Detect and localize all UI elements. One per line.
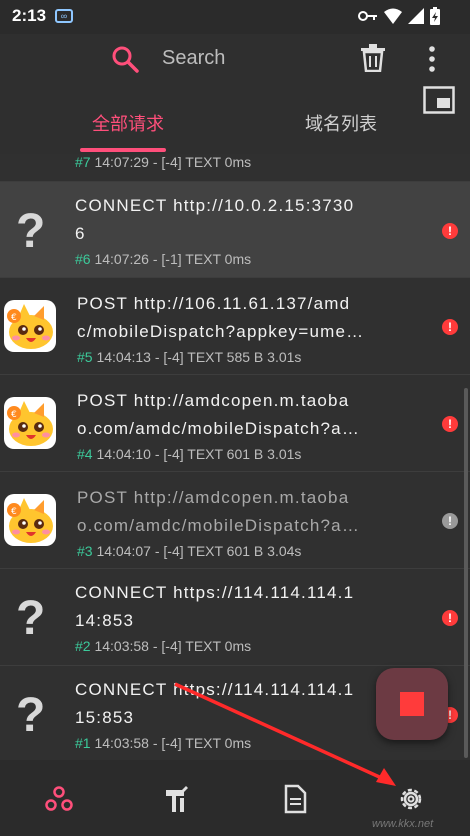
request-row[interactable]: ? CONNECT http://10.0.2.15:3730 6 #6 14:… — [0, 182, 470, 278]
request-url-line2: 14:853 — [75, 611, 135, 630]
request-meta: #1 14:03:58 - [-4] TEXT 0ms — [75, 735, 252, 751]
tab-all-requests[interactable]: 全部请求 — [92, 110, 164, 136]
request-row[interactable]: € POST http://amdcopen.m.taoba o.com/amd… — [0, 375, 470, 472]
nav-settings-gear-icon[interactable] — [396, 784, 426, 814]
nav-tools-icon[interactable] — [162, 784, 192, 814]
picture-in-picture-icon[interactable] — [423, 86, 455, 114]
request-url-line1: POST http://amdcopen.m.taoba — [77, 391, 350, 410]
signal-icon — [408, 8, 424, 24]
request-meta: #4 14:04:10 - [-4] TEXT 601 B 3.01s — [77, 446, 302, 462]
request-row[interactable]: € POST http://106.11.61.137/amd c/mobile… — [0, 278, 470, 375]
request-meta: #6 14:07:26 - [-1] TEXT 0ms — [75, 251, 252, 267]
infinity-icon: ∞ — [55, 9, 73, 23]
nav-network-icon[interactable] — [44, 784, 74, 814]
app-mascot-icon: € — [4, 397, 56, 449]
unknown-app-icon: ? — [16, 592, 46, 645]
vpn-key-icon — [358, 11, 377, 21]
svg-text:€: € — [11, 313, 17, 323]
nav-document-icon[interactable] — [280, 784, 310, 814]
battery-charging-icon — [430, 7, 440, 25]
error-status-icon: ! — [442, 319, 458, 335]
request-url-line1: CONNECT https://114.114.114.1 — [75, 583, 355, 602]
request-meta: #5 14:04:13 - [-4] TEXT 585 B 3.01s — [77, 349, 302, 365]
error-status-icon: ! — [442, 416, 458, 432]
bottom-navigation: www.kkx.net — [0, 760, 470, 836]
stop-capture-button[interactable] — [376, 668, 448, 740]
request-url-line2: 6 — [75, 224, 86, 243]
search-input[interactable]: Search — [162, 47, 225, 70]
search-icon[interactable] — [110, 44, 142, 76]
request-url-line2: c/mobileDispatch?appkey=ume… — [77, 322, 365, 341]
request-meta: #7 14:07:29 - [-4] TEXT 0ms — [75, 154, 252, 170]
stop-icon — [400, 692, 424, 716]
request-row[interactable]: #7 14:07:29 - [-4] TEXT 0ms — [0, 154, 470, 182]
request-url-line1: CONNECT http://10.0.2.15:3730 — [75, 196, 355, 215]
request-row[interactable]: ? CONNECT https://114.114.114.1 14:853 #… — [0, 569, 470, 666]
request-url-line1: POST http://106.11.61.137/amd — [77, 294, 351, 313]
request-url-line2: o.com/amdc/mobileDispatch?a… — [77, 419, 361, 438]
tab-indicator — [80, 148, 166, 152]
request-url-line1: POST http://amdcopen.m.taoba — [77, 488, 350, 507]
app-mascot-icon: € — [4, 300, 56, 352]
svg-text:€: € — [11, 507, 17, 517]
status-icons — [358, 7, 440, 25]
tab-domain-list[interactable]: 域名列表 — [305, 110, 377, 136]
request-meta: #2 14:03:58 - [-4] TEXT 0ms — [75, 638, 252, 654]
request-url-line2: 15:853 — [75, 708, 135, 727]
app-mascot-icon: € — [4, 494, 56, 546]
svg-text:€: € — [11, 410, 17, 420]
wifi-icon — [384, 8, 402, 24]
status-bar: 2:13 ∞ — [0, 0, 470, 34]
list-scrollbar[interactable] — [464, 388, 468, 758]
delete-icon[interactable] — [360, 44, 386, 72]
unknown-app-icon: ? — [16, 205, 46, 258]
error-status-icon: ! — [442, 610, 458, 626]
request-meta: #3 14:04:07 - [-4] TEXT 601 B 3.04s — [77, 543, 302, 559]
unknown-app-icon: ? — [16, 689, 46, 742]
request-url-line1: CONNECT https://114.114.114.1 — [75, 680, 355, 699]
app-header: Search 全部请求 域名列表 — [0, 34, 470, 154]
status-time: 2:13 — [12, 6, 47, 25]
request-url-line2: o.com/amdc/mobileDispatch?a… — [77, 516, 361, 535]
pending-status-icon: ! — [442, 513, 458, 529]
more-options-icon[interactable] — [422, 44, 442, 74]
error-status-icon: ! — [442, 223, 458, 239]
request-row[interactable]: € POST http://amdcopen.m.taoba o.com/amd… — [0, 472, 470, 569]
watermark-text: www.kkx.net — [372, 818, 434, 830]
